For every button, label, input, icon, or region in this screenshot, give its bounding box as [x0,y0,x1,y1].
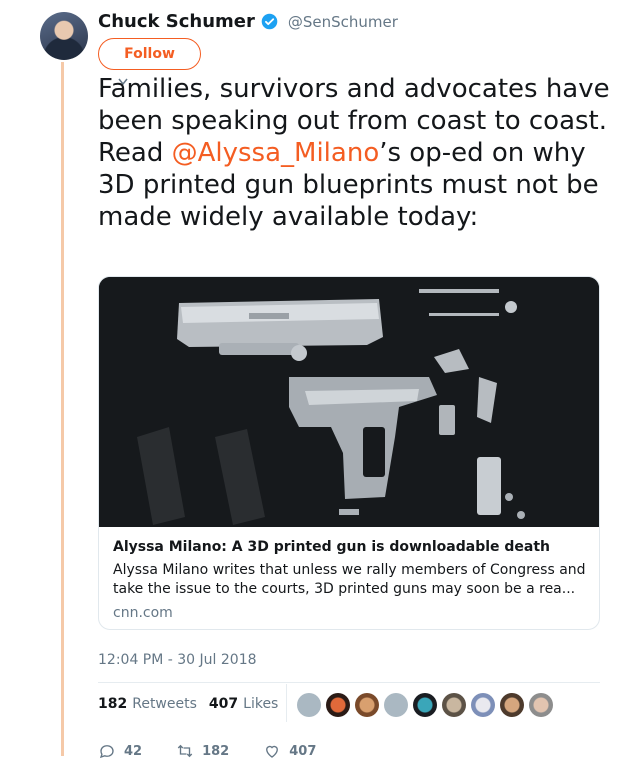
mention-link[interactable]: @Alyssa_Milano [172,138,380,168]
retweet-icon [177,744,193,758]
retweets-count[interactable]: 182 [98,696,127,712]
liker-avatar[interactable] [326,693,350,717]
liker-avatar[interactable] [413,693,437,717]
card-domain: cnn.com [113,605,173,621]
author-handle[interactable]: @SenSchumer [288,13,398,31]
thread-line [61,62,64,756]
divider [98,682,600,683]
retweets-label[interactable]: Retweets [132,696,197,712]
liker-avatars [297,693,553,717]
tweet-timestamp[interactable]: 12:04 PM - 30 Jul 2018 [98,652,257,668]
tweet-text: Families, survivors and advocates have b… [98,73,618,233]
likes-count[interactable]: 407 [209,696,238,712]
reply-count: 42 [124,743,143,759]
card-body: Alyssa Milano: A 3D printed gun is downl… [113,539,589,621]
author-avatar[interactable] [40,12,88,60]
heart-icon [266,745,279,758]
stats-separator [286,684,287,722]
liker-avatar[interactable] [355,693,379,717]
liker-avatar[interactable] [471,693,495,717]
card-title[interactable]: Alyssa Milano: A 3D printed gun is downl… [113,539,589,555]
engagement-stats: 182 Retweets 407 Likes [98,696,290,712]
follow-button[interactable]: Follow [98,38,201,70]
retweet-count: 182 [202,743,230,759]
liker-avatar[interactable] [384,693,408,717]
verified-badge-icon [261,13,278,30]
tweet-header: Chuck Schumer @SenSchumer [98,11,398,32]
retweet-button[interactable]: 182 [176,742,229,760]
liker-avatar[interactable] [500,693,524,717]
like-button[interactable]: 407 [263,742,316,760]
disassembled-pistol-photo[interactable] [99,277,599,527]
tweet-actions: 42 182 407 [98,742,350,760]
liker-avatar[interactable] [529,693,553,717]
card-description: Alyssa Milano writes that unless we rall… [113,562,586,597]
reply-button[interactable]: 42 [98,742,142,760]
likes-label[interactable]: Likes [243,696,278,712]
liker-avatar[interactable] [442,693,466,717]
like-count: 407 [289,743,317,759]
author-display-name[interactable]: Chuck Schumer [98,11,255,32]
liker-avatar[interactable] [297,693,321,717]
link-card[interactable]: Alyssa Milano: A 3D printed gun is downl… [98,276,600,630]
reply-icon [99,745,114,759]
